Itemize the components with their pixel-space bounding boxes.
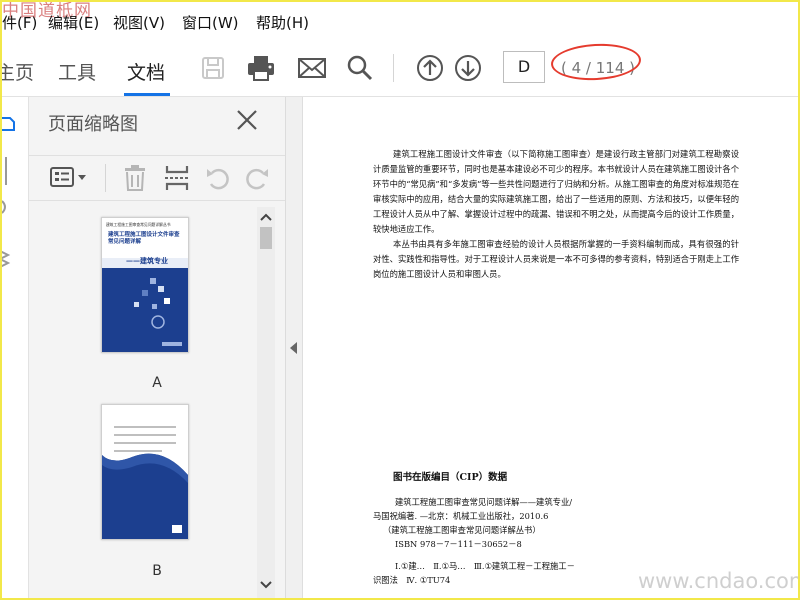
page-up-icon[interactable] bbox=[414, 52, 446, 84]
page-number-input[interactable]: D bbox=[503, 51, 545, 83]
tab-tools[interactable]: 工具 bbox=[58, 58, 96, 85]
document-page: 建筑工程施工图设计文件审查（以下简称施工图审查）是建设行政主管部门对建筑工程勘察… bbox=[373, 147, 739, 282]
layers-icon[interactable] bbox=[0, 247, 12, 273]
tab-document[interactable]: 文档 bbox=[127, 58, 165, 85]
thumbnail-scrollbar[interactable] bbox=[257, 207, 275, 600]
cover-a-title: 建筑工程施工图设计文件审查常见问题详解 bbox=[108, 232, 180, 245]
cip-title: 图书在版编目（CIP）数据 bbox=[393, 472, 508, 483]
left-rail bbox=[0, 97, 29, 600]
scroll-up-icon[interactable] bbox=[257, 209, 275, 225]
cip-line-1: 建筑工程施工图审查常见问题详解——建筑专业/ bbox=[395, 497, 573, 507]
panel-separator bbox=[105, 164, 106, 192]
thumbnail-label-b: B bbox=[152, 563, 162, 579]
menu-file[interactable]: 件(F) bbox=[2, 12, 37, 33]
thumbnail-page-a[interactable]: 建筑工程施工图审查常见问题详解丛书 建筑工程施工图设计文件审查常见问题详解 ——… bbox=[101, 217, 189, 353]
thumbnail-page-b[interactable] bbox=[101, 404, 189, 540]
bookmarks-icon[interactable] bbox=[0, 157, 10, 185]
cip-block: 建筑工程施工图审查常见问题详解——建筑专业/ 马国祝编著. —北京：机械工业出版… bbox=[373, 495, 613, 587]
active-tab-indicator bbox=[124, 93, 170, 96]
toolbar: 主页 工具 文档 D ( 4 / 114 ) bbox=[0, 40, 800, 97]
menu-window[interactable]: 窗口(W) bbox=[182, 12, 239, 33]
rotate-right-icon[interactable] bbox=[243, 164, 271, 192]
collapse-arrow-icon[interactable] bbox=[288, 341, 298, 355]
paragraph-1: 建筑工程施工图设计文件审查（以下简称施工图审查）是建设行政主管部门对建筑工程勘察… bbox=[373, 149, 739, 234]
attachments-icon[interactable] bbox=[0, 197, 12, 217]
rotate-left-icon[interactable] bbox=[204, 164, 232, 192]
thumbnail-panel: 页面缩略图 建筑工程施工图审查常见问题详解丛书 建筑工程施工图设计文件审查常见问… bbox=[29, 97, 286, 600]
paragraph-2: 本丛书由具有多年施工图审查经验的设计人员根据所掌握的一手资料编制而成，具有很强的… bbox=[373, 239, 739, 279]
document-view[interactable]: 建筑工程施工图设计文件审查（以下简称施工图审查）是建设行政主管部门对建筑工程勘察… bbox=[303, 97, 800, 600]
insert-page-icon[interactable] bbox=[163, 164, 191, 192]
page-down-icon[interactable] bbox=[452, 52, 484, 84]
cip-line-2: 马国祝编著. —北京：机械工业出版社，2010.6 bbox=[373, 511, 549, 521]
scroll-down-icon[interactable] bbox=[257, 577, 275, 593]
search-icon[interactable] bbox=[344, 52, 376, 84]
panel-toolbar bbox=[29, 155, 285, 201]
cip-line-6: Ⅰ.①建… Ⅱ.①马… Ⅲ.①建筑工程－工程施工－ bbox=[395, 561, 575, 571]
menu-help[interactable]: 帮助(H) bbox=[256, 12, 309, 33]
panel-title: 页面缩略图 bbox=[48, 114, 138, 135]
print-icon[interactable] bbox=[245, 52, 277, 84]
scrollbar-thumb[interactable] bbox=[260, 227, 272, 249]
cip-line-5 bbox=[373, 551, 613, 559]
cover-a-series: 建筑工程施工图审查常见问题详解丛书 bbox=[106, 222, 171, 227]
cip-line-7: 识图法 Ⅳ. ①TU74 bbox=[373, 575, 451, 585]
cip-line-3: （建筑工程施工图审查常见问题详解丛书） bbox=[383, 525, 541, 535]
page-thumbnails-icon[interactable] bbox=[0, 115, 16, 133]
panel-collapse-gutter[interactable] bbox=[286, 97, 303, 600]
thumbnail-label-a: A bbox=[152, 375, 162, 391]
tab-home[interactable]: 主页 bbox=[0, 58, 34, 85]
cip-line-4: ISBN 978－7－111－30652－8 bbox=[395, 539, 522, 549]
delete-icon[interactable] bbox=[121, 164, 149, 192]
book-cover-b bbox=[102, 405, 188, 539]
menu-view[interactable]: 视图(V) bbox=[113, 12, 165, 33]
menu-edit[interactable]: 编辑(E) bbox=[48, 12, 99, 33]
thumbnail-options-icon[interactable] bbox=[49, 164, 89, 192]
toolbar-separator bbox=[393, 54, 394, 82]
mail-icon[interactable] bbox=[296, 52, 328, 84]
close-icon[interactable] bbox=[234, 107, 260, 133]
menu-bar: 中国道柢网 件(F) 编辑(E) 视图(V) 窗口(W) 帮助(H) bbox=[0, 0, 800, 40]
save-icon[interactable] bbox=[197, 52, 229, 84]
watermark-bottom: www.cndao.com bbox=[638, 569, 800, 593]
cover-a-subtitle: ——建筑专业 bbox=[126, 256, 168, 265]
